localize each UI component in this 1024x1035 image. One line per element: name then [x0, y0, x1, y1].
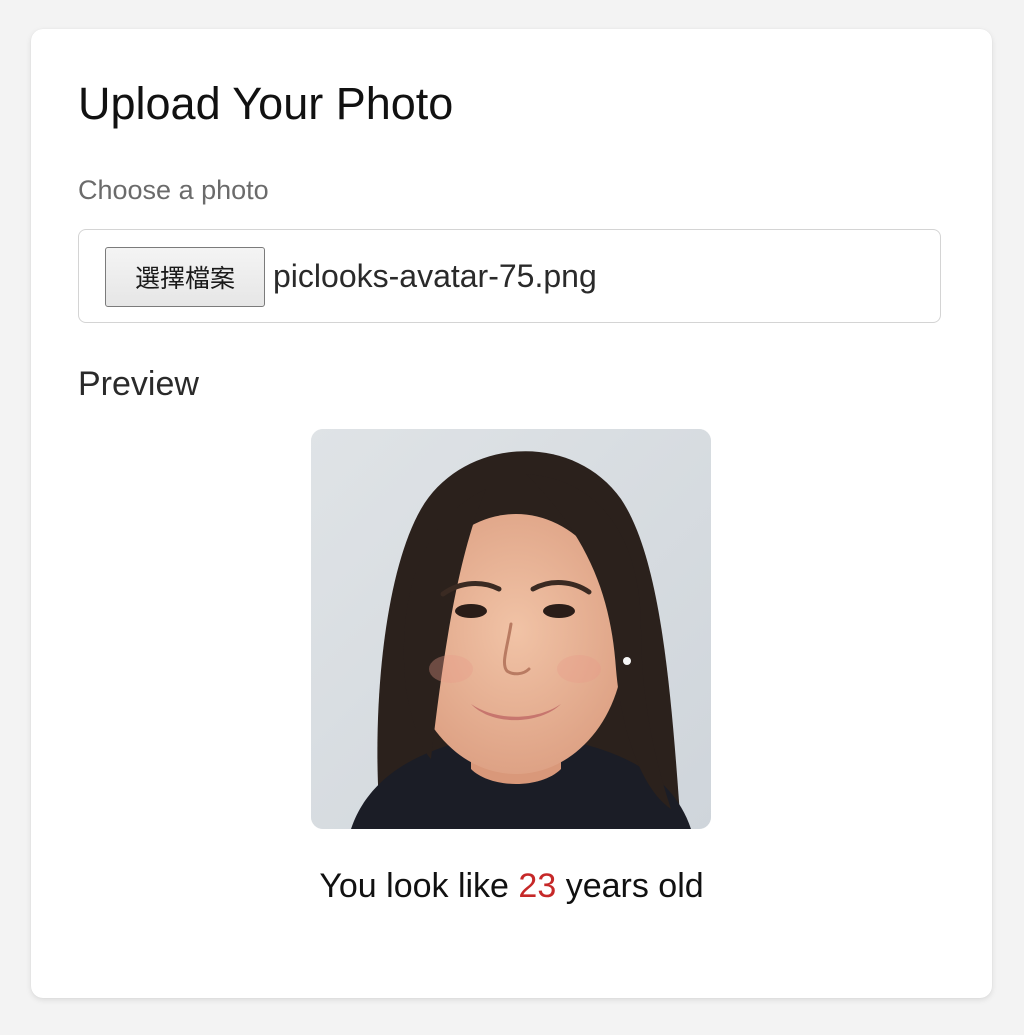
age-result-suffix: years old: [565, 867, 704, 905]
age-result: You look like 23 years old: [31, 869, 992, 903]
selected-file-name: piclooks-avatar-75.png: [273, 258, 597, 294]
age-result-prefix: You look like: [319, 867, 509, 905]
upload-card: Upload Your Photo Choose a photo 選擇檔案 pi…: [31, 29, 992, 998]
preview-image: [311, 429, 711, 829]
file-input[interactable]: 選擇檔案 piclooks-avatar-75.png: [78, 229, 941, 323]
preview-heading: Preview: [78, 365, 199, 403]
choose-file-button[interactable]: 選擇檔案: [105, 247, 265, 307]
choose-photo-label: Choose a photo: [78, 175, 269, 205]
headshot-illustration: [311, 429, 711, 829]
page-title: Upload Your Photo: [78, 78, 454, 129]
estimated-age: 23: [518, 867, 557, 905]
